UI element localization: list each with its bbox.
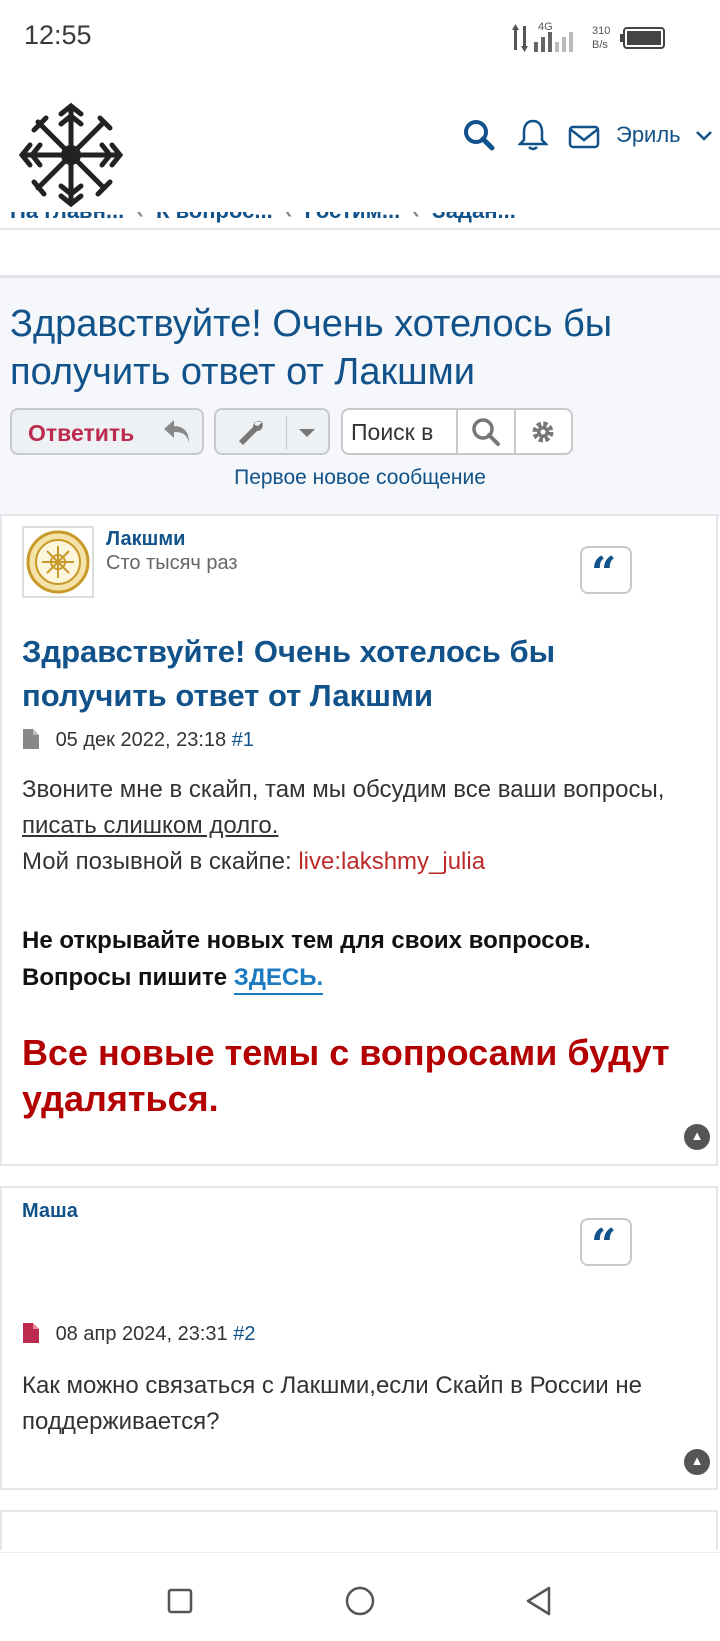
quote-button[interactable]: “ <box>580 546 632 599</box>
deletion-warning: Все новые темы с вопросами будут удалять… <box>22 1032 670 1119</box>
post-link[interactable]: писать слишком долго. <box>22 812 278 839</box>
speed-unit: B/s <box>592 39 608 51</box>
here-link[interactable]: ЗДЕСЬ. <box>233 964 324 995</box>
avatar-sun-emblem <box>26 530 90 594</box>
network-label: 4G <box>538 22 553 33</box>
post-number[interactable]: #2 <box>233 1323 255 1345</box>
post-author[interactable]: Маша <box>22 1200 78 1223</box>
post-date: 08 апр 2024, 23:31 <box>55 1323 228 1345</box>
reply-button[interactable]: Ответить <box>10 408 204 455</box>
signal-icon <box>534 32 573 52</box>
rule-line: Не открывайте новых тем для своих вопрос… <box>22 927 591 954</box>
search-input[interactable]: Поиск в <box>351 419 433 446</box>
search-icon[interactable] <box>471 417 501 447</box>
author-rank: Сто тысяч раз <box>106 552 238 574</box>
topic-title[interactable]: Здравствуйте! Очень хотелось бы получить… <box>10 300 710 396</box>
back-to-top-icon[interactable]: ▲ <box>684 1124 710 1150</box>
topic-search-box[interactable]: Поиск в <box>341 408 573 455</box>
quote-button[interactable]: “ <box>580 1218 632 1271</box>
avatar[interactable] <box>22 526 94 598</box>
reply-label: Ответить <box>28 420 135 446</box>
post-author[interactable]: Лакшми <box>106 528 185 551</box>
quote-icon: “ <box>591 548 617 599</box>
user-menu[interactable]: Эриль <box>616 122 713 148</box>
caret-down-icon <box>299 429 315 437</box>
breadcrumb-item[interactable]: К вопрос... <box>156 212 273 223</box>
status-bar: 12:55 4G 310 B/s <box>0 0 720 80</box>
breadcrumb: На главн... ‹ К вопрос... ‹ Гостим... ‹ … <box>0 212 720 228</box>
post <box>0 1510 718 1550</box>
back-icon[interactable] <box>524 1585 554 1617</box>
system-nav-bar <box>0 1552 720 1641</box>
forum-rules: Не открывайте новых тем для своих вопрос… <box>22 922 712 996</box>
site-logo[interactable] <box>16 100 126 210</box>
messages-envelope-icon[interactable] <box>568 120 600 154</box>
topic-tools-dropdown[interactable] <box>214 408 330 455</box>
username[interactable]: Эриль <box>616 122 681 147</box>
post-date: 05 дек 2022, 23:18 <box>55 729 227 751</box>
post-content: Как можно связаться с Лакшми,если Скайп … <box>22 1372 642 1435</box>
reply-arrow-icon <box>164 420 189 443</box>
data-arrows-icon <box>512 24 528 52</box>
battery-icon <box>620 27 665 49</box>
back-to-top-icon[interactable]: ▲ <box>684 1449 710 1475</box>
gear-icon[interactable] <box>529 418 557 446</box>
first-unread-link[interactable]: Первое новое сообщение <box>0 466 720 490</box>
breadcrumb-item[interactable]: Задан... <box>432 212 516 223</box>
search-icon[interactable] <box>462 118 496 152</box>
breadcrumb-item[interactable]: На главн... <box>10 212 124 223</box>
breadcrumb-item[interactable]: Гостим... <box>305 212 401 223</box>
home-icon[interactable] <box>344 1585 376 1617</box>
post-meta: 08 апр 2024, 23:31 #2 <box>22 1322 255 1346</box>
speed-value: 310 <box>592 25 610 37</box>
post-file-icon[interactable] <box>22 728 40 750</box>
post-file-unread-icon[interactable] <box>22 1322 40 1344</box>
post-content: Звоните мне в скайп, там мы обсудим все … <box>22 772 712 880</box>
skype-label: Мой позывной в скайпе: <box>22 848 299 875</box>
status-icons: 4G 310 B/s <box>512 22 665 52</box>
status-time: 12:55 <box>24 20 92 50</box>
chevron-down-icon <box>695 131 712 141</box>
post-text: Звоните мне в скайп, там мы обсудим все … <box>22 776 665 803</box>
recent-apps-icon[interactable] <box>166 1587 194 1615</box>
wrench-icon <box>239 421 263 445</box>
skype-id: live:lakshmy_julia <box>298 848 486 875</box>
notifications-bell-icon[interactable] <box>518 118 548 152</box>
post-title[interactable]: Здравствуйте! Очень хотелось бы получить… <box>22 630 702 718</box>
post-number[interactable]: #1 <box>232 729 254 751</box>
quote-icon: “ <box>591 1220 617 1271</box>
rule-line-prefix: Вопросы пишите <box>22 964 234 991</box>
post-meta: 05 дек 2022, 23:18 #1 <box>22 728 254 752</box>
